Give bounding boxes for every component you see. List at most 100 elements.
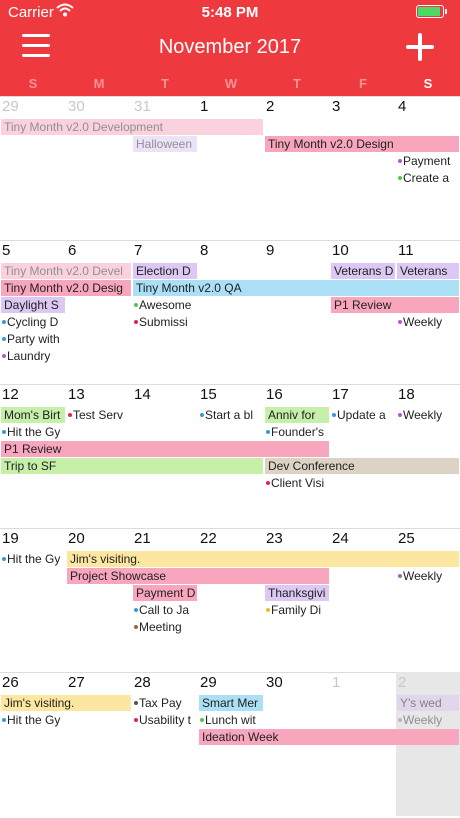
day-number: 5 [2,242,11,259]
event-bar[interactable]: Tiny Month v2.0 Desig [1,280,131,296]
event-item[interactable]: Call to Ja [133,602,197,618]
event-bar[interactable]: Ideation Week [199,729,459,745]
event-bar[interactable]: Trip to SF [1,458,263,474]
day-number: 15 [200,386,217,403]
day-number: 24 [332,530,349,547]
event-item[interactable]: Weekly [397,314,459,330]
month-title[interactable]: November 2017 [0,36,460,59]
day-number: 29 [2,98,19,115]
status-bar: Carrier 5:48 PM [0,0,460,24]
event-item[interactable]: Laundry [1,348,65,364]
event-item[interactable]: Hit the Gy [1,712,65,728]
day-cell[interactable]: 30 [66,96,132,240]
day-cell[interactable]: 22 [198,528,264,672]
day-number: 23 [266,530,283,547]
day-number: 1 [200,98,209,115]
event-bar[interactable]: Halloween [133,136,197,152]
event-bar[interactable]: Tiny Month v2.0 Development [1,119,263,135]
day-number: 30 [266,674,283,691]
day-cell[interactable]: 18 [396,384,460,528]
day-cell[interactable]: 31 [132,96,198,240]
event-bar[interactable]: Jim's visiting. [1,695,131,711]
day-number: 31 [134,98,151,115]
event-bar[interactable]: Election D [133,263,197,279]
event-item[interactable]: Meeting [133,619,197,635]
event-bar[interactable]: P1 Review [1,441,329,457]
day-number: 25 [398,530,415,547]
day-cell[interactable]: 24 [330,528,396,672]
event-bar[interactable]: Tiny Month v2.0 Design [265,136,459,152]
event-item[interactable]: Create a [397,170,459,186]
day-number: 28 [134,674,151,691]
day-cell[interactable]: 1 [198,96,264,240]
event-bar[interactable]: Smart Mer [199,695,263,711]
event-item[interactable]: Submissi [133,314,197,330]
event-item[interactable]: Weekly [397,407,459,423]
day-cell[interactable]: 27 [66,672,132,816]
day-cell[interactable]: 6 [66,240,132,384]
event-item[interactable]: Lunch wit [199,712,263,728]
event-bar[interactable]: Project Showcase [67,568,329,584]
day-cell[interactable]: 25 [396,528,460,672]
event-bar[interactable]: Y's wed [397,695,459,711]
event-item[interactable]: Update a [331,407,395,423]
day-number: 22 [200,530,217,547]
event-item[interactable]: Weekly [397,568,459,584]
event-bar[interactable]: Veterans D [331,263,395,279]
battery-tip [445,9,447,14]
event-item[interactable]: Awesome [133,297,197,313]
event-bar[interactable]: Daylight S [1,297,65,313]
day-number: 1 [332,674,341,691]
event-item[interactable]: Family Di [265,602,329,618]
day-number: 7 [134,242,143,259]
event-item[interactable]: Test Serv [67,407,131,423]
weekday-label: T [161,76,169,91]
day-number: 3 [332,98,341,115]
day-cell[interactable]: 29 [0,96,66,240]
day-cell[interactable]: 3 [330,96,396,240]
day-number: 27 [68,674,85,691]
day-cell[interactable]: 26 [0,672,66,816]
day-cell[interactable]: 2 [264,96,330,240]
event-bar[interactable]: Dev Conference [265,458,459,474]
event-bar[interactable]: P1 Review [331,297,459,313]
event-item[interactable]: Weekly [397,712,459,728]
event-item[interactable]: Founder's [265,424,329,440]
day-number: 20 [68,530,85,547]
day-cell[interactable]: 17 [330,384,396,528]
month-grid: 29 30 31 1 2 3 4 Tiny Month v2.0 Development Tin… [0,96,460,818]
event-item[interactable]: Start a bl [199,407,263,423]
battery-icon [416,5,444,18]
day-cell[interactable]: 20 [66,528,132,672]
event-bar[interactable]: Thanksgivi [265,585,329,601]
app-header: Carrier 5:48 PM November 2017 S M T W T F S [0,0,460,96]
day-cell[interactable]: 9 [264,240,330,384]
event-bar[interactable]: Tiny Month v2.0 QA [133,280,459,296]
event-item[interactable]: Tax Pay [133,695,197,711]
event-bar[interactable]: Mom's Birt [1,407,65,423]
event-item[interactable]: Hit the Gy [1,424,65,440]
day-number: 21 [134,530,151,547]
weekday-label: W [224,76,238,91]
day-number: 2 [266,98,275,115]
event-bar[interactable]: Jim's visiting. [67,551,459,567]
event-bar[interactable]: Anniv for [265,407,329,423]
add-event-button[interactable] [406,33,434,61]
event-item[interactable]: Usability t [133,712,197,728]
event-item[interactable]: Hit the Gy [1,551,65,567]
event-bar[interactable]: Payment D [133,585,197,601]
day-cell[interactable]: 19 [0,528,66,672]
day-number: 11 [398,242,414,259]
event-bar[interactable]: Veterans [397,263,459,279]
day-number: 6 [68,242,77,259]
event-item[interactable]: Client Visi [265,475,329,491]
day-number: 2 [398,674,407,691]
event-bar[interactable]: Tiny Month v2.0 Devel [1,263,131,279]
day-cell[interactable]: 8 [198,240,264,384]
weekday-label: F [359,76,367,91]
event-item[interactable]: Payment [397,153,459,169]
event-item[interactable]: Cycling D [1,314,65,330]
day-cell[interactable]: 28 [132,672,198,816]
day-number: 26 [2,674,19,691]
event-item[interactable]: Party with [1,331,65,347]
